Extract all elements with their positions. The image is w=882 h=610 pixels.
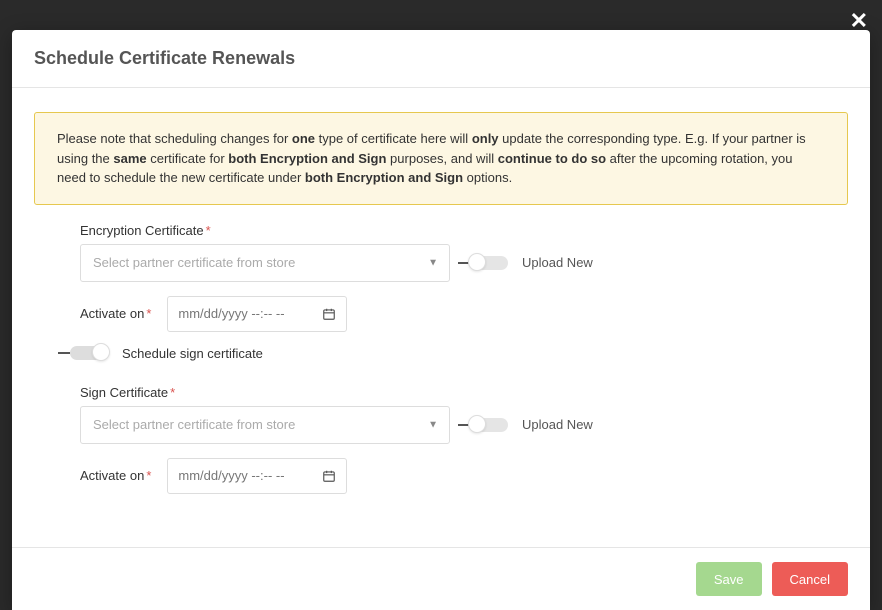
notice-bold: continue to do so	[498, 151, 606, 166]
notice-text: type of certificate here will	[315, 131, 472, 146]
encryption-activate-label: Activate on*	[80, 306, 151, 321]
encryption-cert-select-input[interactable]: Select partner certificate from store	[80, 244, 450, 282]
calendar-icon	[322, 307, 336, 321]
modal-header: Schedule Certificate Renewals	[12, 30, 870, 88]
sign-cert-label: Sign Certificate*	[80, 385, 848, 400]
modal: Schedule Certificate Renewals Please not…	[12, 30, 870, 610]
sign-activate-label: Activate on*	[80, 468, 151, 483]
cancel-button[interactable]: Cancel	[772, 562, 848, 596]
modal-footer: Save Cancel	[12, 547, 870, 610]
notice-bold: same	[113, 151, 146, 166]
encryption-upload-toggle-label: Upload New	[522, 255, 593, 270]
notice-bold: only	[472, 131, 499, 146]
notice-bold: one	[292, 131, 315, 146]
notice-text: Please note that scheduling changes for	[57, 131, 292, 146]
notice-text: options.	[463, 170, 512, 185]
required-indicator: *	[170, 385, 175, 400]
required-indicator: *	[146, 306, 151, 321]
calendar-icon	[322, 469, 336, 483]
sign-activate-date-placeholder: mm/dd/yyyy --:-- --	[178, 468, 284, 483]
schedule-sign-toggle-row: Schedule sign certificate	[34, 332, 848, 367]
notice-text: purposes, and will	[386, 151, 497, 166]
encryption-activate-label-text: Activate on	[80, 306, 144, 321]
encryption-cert-label: Encryption Certificate*	[80, 223, 848, 238]
encryption-activate-date-placeholder: mm/dd/yyyy --:-- --	[178, 306, 284, 321]
sign-cert-select-input[interactable]: Select partner certificate from store	[80, 406, 450, 444]
modal-title: Schedule Certificate Renewals	[34, 48, 848, 69]
schedule-sign-toggle-label: Schedule sign certificate	[122, 346, 263, 361]
notice-bold: both Encryption and Sign	[305, 170, 463, 185]
encryption-activate-date-input[interactable]: mm/dd/yyyy --:-- --	[167, 296, 347, 332]
sign-activate-label-text: Activate on	[80, 468, 144, 483]
notice-banner: Please note that scheduling changes for …	[34, 112, 848, 205]
close-icon[interactable]: ✕	[850, 8, 868, 34]
encryption-upload-toggle-group: Upload New	[470, 255, 593, 270]
notice-text: certificate for	[147, 151, 229, 166]
notice-bold: both Encryption and Sign	[228, 151, 386, 166]
sign-cert-label-text: Sign Certificate	[80, 385, 168, 400]
modal-body: Please note that scheduling changes for …	[12, 88, 870, 547]
sign-cert-select[interactable]: Select partner certificate from store ▼	[80, 406, 450, 444]
required-indicator: *	[206, 223, 211, 238]
schedule-sign-toggle[interactable]	[70, 346, 108, 360]
encryption-cert-label-text: Encryption Certificate	[80, 223, 204, 238]
sign-upload-toggle-label: Upload New	[522, 417, 593, 432]
sign-section: Sign Certificate* Select partner certifi…	[34, 367, 848, 494]
sign-activate-date-input[interactable]: mm/dd/yyyy --:-- --	[167, 458, 347, 494]
encryption-cert-select[interactable]: Select partner certificate from store ▼	[80, 244, 450, 282]
save-button[interactable]: Save	[696, 562, 762, 596]
encryption-upload-toggle[interactable]	[470, 256, 508, 270]
required-indicator: *	[146, 468, 151, 483]
sign-upload-toggle[interactable]	[470, 418, 508, 432]
encryption-section: Encryption Certificate* Select partner c…	[34, 205, 848, 332]
sign-upload-toggle-group: Upload New	[470, 417, 593, 432]
